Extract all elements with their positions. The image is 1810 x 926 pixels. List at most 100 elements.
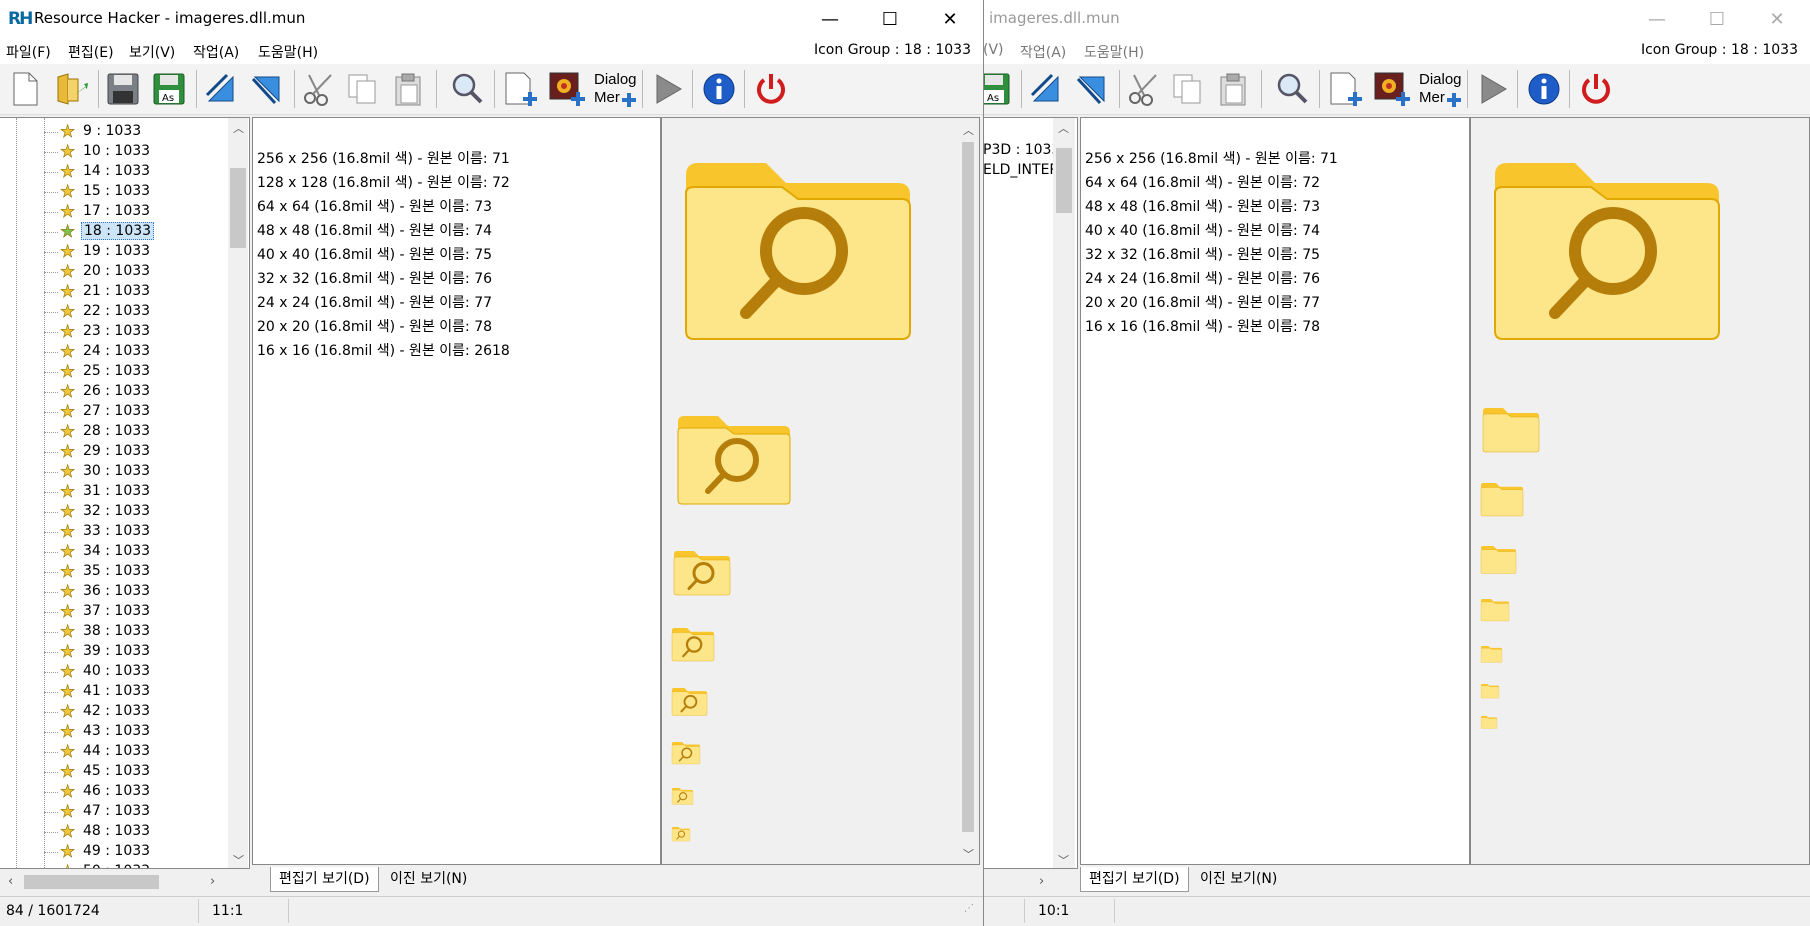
tree-item[interactable]: ★ 45 : 1033 — [0, 762, 228, 782]
tree-item[interactable]: ★ 19 : 1033 — [0, 242, 228, 262]
close-button[interactable]: ✕ — [1747, 0, 1807, 38]
compile-button[interactable] — [1025, 68, 1067, 110]
menu-view[interactable]: 보기(V) — [129, 42, 175, 62]
tree-item[interactable]: ★ 50 : 1033 — [0, 862, 228, 868]
tree-item[interactable]: ★ 15 : 1033 — [0, 182, 228, 202]
scrollbar-thumb[interactable] — [230, 168, 246, 248]
go-to-button[interactable] — [1071, 68, 1113, 110]
scroll-down-arrow[interactable]: ﹀ — [1058, 852, 1069, 868]
resize-grip-icon[interactable]: ⋰ — [964, 903, 974, 914]
resource-tree[interactable]: ★ 9 : 1033 ★ 10 : 1033 ★ 14 : 1033 ★ 15 : 1033 ★… — [0, 117, 250, 869]
go-to-button[interactable] — [246, 68, 288, 110]
menu-edit[interactable]: 편집(E) — [68, 42, 114, 62]
scroll-up-arrow[interactable]: ︿ — [1058, 120, 1069, 136]
tree-item[interactable]: ★ 43 : 1033 — [0, 722, 228, 742]
paste-button[interactable] — [388, 68, 430, 110]
title-bar[interactable]: imageres.dll.mun — ☐ ✕ — [983, 0, 1810, 38]
scroll-up-arrow[interactable]: ︿ — [963, 122, 974, 138]
tree-item[interactable]: ★ 28 : 1033 — [0, 422, 228, 442]
save-as-button[interactable]: As — [983, 68, 1015, 110]
menu-file[interactable]: 파일(F) — [6, 42, 51, 62]
tree-item[interactable]: ★ 47 : 1033 — [0, 802, 228, 822]
compile-button[interactable] — [200, 68, 242, 110]
new-file-button[interactable] — [4, 68, 46, 110]
tree-item[interactable]: ★ 26 : 1033 — [0, 382, 228, 402]
maximize-button[interactable]: ☐ — [1687, 0, 1747, 38]
save-as-button[interactable]: As — [148, 68, 190, 110]
tree-vertical-scrollbar[interactable]: ︿ ﹀ — [228, 118, 248, 868]
preview-vertical-scrollbar[interactable]: ︿ ﹀ — [958, 118, 978, 864]
add-resource-button[interactable] — [500, 68, 542, 110]
menu-view[interactable]: (V) — [983, 42, 1004, 58]
tree-item[interactable]: ★ 42 : 1033 — [0, 702, 228, 722]
find-button[interactable] — [446, 68, 488, 110]
exit-button[interactable] — [750, 68, 792, 110]
scroll-down-arrow[interactable]: ﹀ — [963, 846, 974, 862]
tree-item[interactable]: ★ 10 : 1033 — [0, 142, 228, 162]
tree-item[interactable]: ★ 29 : 1033 — [0, 442, 228, 462]
menu-action[interactable]: 작업(A) — [193, 42, 239, 62]
tab-binary-view[interactable]: 이진 보기(N) — [1192, 867, 1285, 891]
about-button[interactable] — [1523, 68, 1565, 110]
dialog-merger-button[interactable]: Dialog Mer — [592, 68, 637, 110]
tree-item[interactable]: ★ 22 : 1033 — [0, 302, 228, 322]
scroll-right-arrow[interactable]: › — [1039, 874, 1044, 889]
editor-pane[interactable]: 256 x 256 (16.8mil 색) - 원본 이름: 71 64 x 64… — [1080, 117, 1470, 865]
tree-item[interactable]: ★ 14 : 1033 — [0, 162, 228, 182]
find-button[interactable] — [1271, 68, 1313, 110]
scrollbar-thumb[interactable] — [24, 875, 159, 889]
add-image-button[interactable] — [546, 68, 588, 110]
tab-editor-view[interactable]: 편집기 보기(D) — [270, 867, 379, 892]
tree-item[interactable]: ★ 35 : 1033 — [0, 562, 228, 582]
tree-item-label[interactable]: P3D : 1033 — [983, 142, 1060, 158]
tree-item[interactable]: ★ 48 : 1033 — [0, 822, 228, 842]
exit-button[interactable] — [1575, 68, 1617, 110]
tree-item[interactable]: ★ 17 : 1033 — [0, 202, 228, 222]
scrollbar-thumb[interactable] — [962, 142, 974, 832]
tree-item[interactable]: ★ 33 : 1033 — [0, 522, 228, 542]
add-image-button[interactable] — [1371, 68, 1413, 110]
tree-item[interactable]: ★ 40 : 1033 — [0, 662, 228, 682]
scroll-right-arrow[interactable]: › — [210, 874, 215, 889]
copy-button[interactable] — [1167, 68, 1209, 110]
close-button[interactable]: ✕ — [920, 0, 980, 38]
tree-item[interactable]: ★ 34 : 1033 — [0, 542, 228, 562]
scroll-up-arrow[interactable]: ︿ — [233, 120, 244, 136]
scroll-down-arrow[interactable]: ﹀ — [233, 852, 244, 868]
tree-item[interactable]: ★ 24 : 1033 — [0, 342, 228, 362]
tree-item-label[interactable]: ELD_INTER — [983, 162, 1059, 178]
tree-item[interactable]: ★ 23 : 1033 — [0, 322, 228, 342]
menu-help[interactable]: 도움말(H) — [258, 42, 318, 62]
add-resource-button[interactable] — [1325, 68, 1367, 110]
tree-item[interactable]: ★ 25 : 1033 — [0, 362, 228, 382]
tree-item[interactable]: ★ 32 : 1033 — [0, 502, 228, 522]
tree-item[interactable]: ★ 37 : 1033 — [0, 602, 228, 622]
tree-item[interactable]: ★ 41 : 1033 — [0, 682, 228, 702]
cut-button[interactable] — [1123, 68, 1165, 110]
tree-item[interactable]: ★ 30 : 1033 — [0, 462, 228, 482]
open-button[interactable] — [50, 68, 92, 110]
copy-button[interactable] — [342, 68, 384, 110]
tree-item[interactable]: ★ 38 : 1033 — [0, 622, 228, 642]
resource-tree[interactable]: P3D : 1033 ELD_INTER ︿ ﹀ — [983, 117, 1078, 869]
run-script-button[interactable] — [1471, 68, 1513, 110]
minimize-button[interactable]: — — [800, 0, 860, 38]
tree-vertical-scrollbar[interactable]: ︿ ﹀ — [1053, 118, 1075, 868]
scrollbar-thumb[interactable] — [1056, 148, 1072, 213]
save-button[interactable] — [102, 68, 144, 110]
tree-horizontal-scrollbar[interactable]: ‹ › — [0, 871, 228, 893]
scroll-left-arrow[interactable]: ‹ — [8, 874, 13, 889]
tree-item[interactable]: ★ 20 : 1033 — [0, 262, 228, 282]
menu-help[interactable]: 도움말(H) — [1084, 42, 1144, 62]
tree-horizontal-scrollbar[interactable]: › — [983, 871, 1078, 893]
dialog-merger-button[interactable]: Dialog Mer — [1417, 68, 1462, 110]
menu-action[interactable]: 작업(A) — [1020, 42, 1066, 62]
minimize-button[interactable]: — — [1627, 0, 1687, 38]
tree-item[interactable]: ★ 27 : 1033 — [0, 402, 228, 422]
title-bar[interactable]: RH Resource Hacker - imageres.dll.mun — … — [0, 0, 983, 38]
tree-item[interactable]: ★ 21 : 1033 — [0, 282, 228, 302]
tab-editor-view[interactable]: 편집기 보기(D) — [1080, 867, 1189, 892]
tree-item[interactable]: ★ 49 : 1033 — [0, 842, 228, 862]
tree-item[interactable]: ★ 31 : 1033 — [0, 482, 228, 502]
cut-button[interactable] — [298, 68, 340, 110]
